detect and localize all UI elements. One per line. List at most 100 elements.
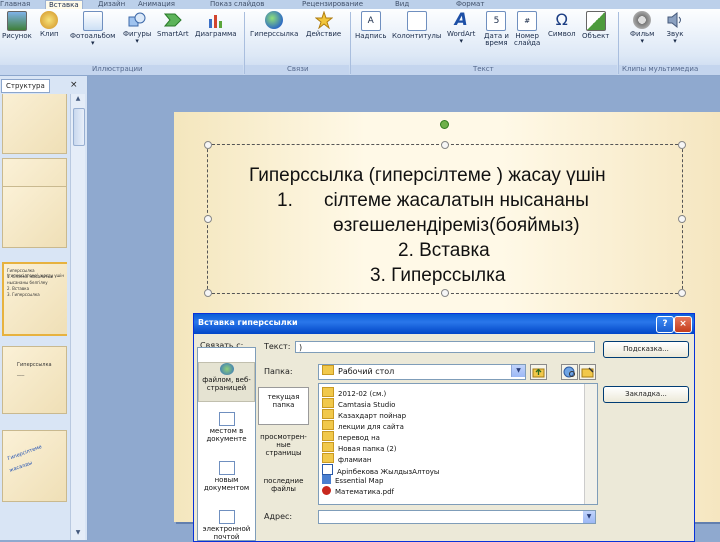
omega-icon: Ω [555,10,568,29]
speaker-icon [666,11,684,29]
photo-album-icon [82,11,103,31]
tab-design[interactable]: Дизайн [98,0,125,9]
tab-home[interactable]: Главная [0,0,30,9]
picture-icon [6,11,27,31]
slide-line-1: Гиперссылка (гиперсiлтеме ) жасау үшiн [249,165,606,186]
screentip-button[interactable]: Подсказка... [603,341,689,358]
slide-text-placeholder[interactable]: Гиперссылка (гиперсiлтеме ) жасау үшiн 1… [204,120,686,297]
movie-button[interactable]: Фильм ▾ [630,11,654,45]
scrollbar-thumb[interactable] [73,108,85,146]
current-folder-tab[interactable]: текущая папка [258,387,309,425]
resize-handle[interactable] [204,289,212,297]
slide-thumbnail[interactable]: Гиперсiлтеме жасалды [2,430,67,502]
list-item[interactable]: фламиан [322,453,371,464]
resize-handle[interactable] [441,289,449,297]
browse-file-button[interactable] [579,364,596,380]
browse-web-button[interactable] [561,364,578,380]
slide-number-button[interactable]: # Номер слайда [514,11,540,47]
link-to-place-in-document[interactable]: местом в документе [198,412,255,452]
bookmark-button[interactable]: Закладка... [603,386,689,403]
tab-view[interactable]: Вид [395,0,409,9]
help-button[interactable]: ? [656,316,674,333]
wordart-icon: A [454,10,468,30]
tab-review[interactable]: Рецензирование [302,0,363,9]
folder-icon [322,365,334,375]
list-item[interactable]: перевод на [322,431,380,442]
header-footer-button[interactable]: Колонтитулы [392,11,441,40]
resize-handle[interactable] [441,141,449,149]
picture-button[interactable]: Рисунок [2,11,32,40]
link-to-new-document[interactable]: новым документом [198,461,255,501]
date-time-button[interactable]: 5 Дата и время [484,11,509,47]
slide-number-icon: # [517,11,538,31]
thumbnails-scrollbar[interactable]: ▲ ▼ [70,94,85,540]
link-to-email[interactable]: электронной почтой [198,510,255,541]
clip-button[interactable]: Клип [40,11,59,38]
list-item[interactable]: Математика.pdf [322,486,394,497]
folder-label: Папка: [264,367,293,376]
resize-handle[interactable] [678,215,686,223]
word-document-icon [322,464,333,475]
list-item[interactable]: Camtasia Studio [322,398,395,409]
scroll-down-icon[interactable]: ▼ [73,528,83,538]
chart-button[interactable]: Диаграмма [195,11,237,38]
textbox-button[interactable]: A Надпись [355,11,387,40]
symbol-button[interactable]: Ω Символ [548,10,576,39]
tab-format[interactable]: Формат [456,0,484,9]
slide-thumbnail[interactable]: Гиперссылка ─── [2,346,67,414]
action-star-icon [314,10,334,30]
tab-slideshow[interactable]: Показ слайдов [210,0,264,9]
list-item[interactable]: Новая папка (2) [322,442,397,453]
up-folder-icon [532,368,545,378]
pane-close-icon[interactable]: × [70,80,78,90]
slide-thumbnail[interactable] [2,94,67,154]
file-list-scrollbar[interactable] [584,384,597,504]
resize-handle[interactable] [678,289,686,297]
hyperlink-button[interactable]: Гиперссылка [250,11,298,38]
look-in-dropdown[interactable]: Рабочий стол ▼ [318,364,526,380]
rotate-handle[interactable] [440,120,449,129]
up-folder-button[interactable] [530,364,547,380]
resize-handle[interactable] [204,215,212,223]
object-button[interactable]: Объект [582,11,609,40]
chevron-down-icon[interactable]: ▼ [583,511,595,523]
browse-file-icon [581,367,594,378]
sound-button[interactable]: Звук ▾ [666,11,684,45]
file-list: 2012-02 (см.) Camtasia Studio Казахдарт … [318,383,598,505]
browsed-pages-tab[interactable]: просмотрен- ные страницы [258,433,309,469]
list-item[interactable]: лекции для сайта [322,420,404,431]
film-reel-icon [633,11,652,29]
scroll-up-icon[interactable]: ▲ [73,94,83,104]
tab-insert[interactable]: Вставка [45,0,83,9]
recent-files-tab[interactable]: последние файлы [258,477,309,503]
wordart-button[interactable]: A WordArt ▾ [447,11,475,45]
text-to-display-input[interactable]: ) [295,341,595,353]
link-to-existing-file[interactable]: файлом, веб- страницей [198,362,255,402]
slide-thumbnail[interactable] [2,186,67,248]
address-input[interactable]: ▼ [318,510,596,524]
dialog-titlebar[interactable]: Вставка гиперссылки ? × [194,314,694,334]
slide-thumbnail-selected[interactable]: Гиперссылка (гиперсiлтеме) жасау үшiн 1.… [2,262,67,336]
tab-outline[interactable]: Структура [1,79,50,93]
list-item[interactable]: 2012-02 (см.) [322,387,386,398]
resize-handle[interactable] [678,141,686,149]
slide-line-5: 3. Гиперссылка [370,265,506,286]
chevron-down-icon[interactable]: ▼ [511,365,525,377]
document-place-icon [218,412,235,426]
list-item[interactable]: Арiпбекова ЖылдызАлтоуы [322,464,439,476]
list-item[interactable]: Essential Map [322,475,383,486]
folder-icon [322,431,334,441]
folder-icon [322,442,334,452]
email-icon [218,510,235,524]
close-button[interactable]: × [674,316,692,333]
smartart-button[interactable]: SmartArt [157,11,189,38]
photo-album-button[interactable]: Фотоальбом ▾ [70,11,115,47]
tab-animation[interactable]: Анимация [138,0,175,9]
folder-icon [322,387,334,397]
slide-line-3: өзгешелендiремiз(бояймыз) [333,215,580,236]
list-item[interactable]: Казахдарт пойнар [322,409,406,420]
resize-handle[interactable] [204,141,212,149]
action-button[interactable]: Действие [306,10,341,38]
shapes-button[interactable]: Фигуры ▾ [123,11,151,45]
text-label: Текст: [264,342,291,351]
